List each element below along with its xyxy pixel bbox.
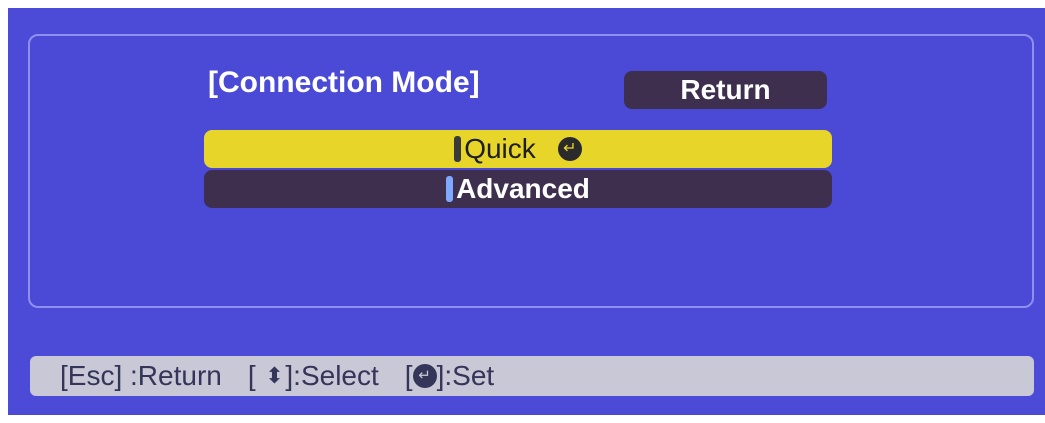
select-open-bracket: [ [247,360,256,391]
projector-screen: [Connection Mode] Return Quick ↵ Advance… [8,8,1045,415]
option-advanced[interactable]: Advanced [204,170,832,208]
option-quick[interactable]: Quick ↵ [204,130,832,168]
return-button[interactable]: Return [624,71,827,109]
option-label: Advanced [456,173,590,204]
dialog-title: [Connection Mode] [208,66,480,99]
help-select: [ ⬍]:Select [248,360,379,392]
enter-icon: ↵ [412,364,437,388]
set-action-label: ]:Set [436,360,495,391]
updown-icon: ⬍ [265,363,284,388]
esc-key-label: [Esc] [60,360,123,391]
option-label: Quick [464,133,536,164]
set-open-bracket: [ [404,360,413,391]
esc-action-label: :Return [130,360,222,391]
help-esc: [Esc] :Return [60,360,222,392]
enter-icon: ↵ [557,137,582,161]
help-bar: [Esc] :Return [ ⬍]:Select [↵]:Set [30,356,1034,396]
select-action-label: ]:Select [285,360,379,391]
selection-marker [446,176,454,202]
help-set: [↵]:Set [405,360,494,392]
selection-marker [454,136,462,162]
